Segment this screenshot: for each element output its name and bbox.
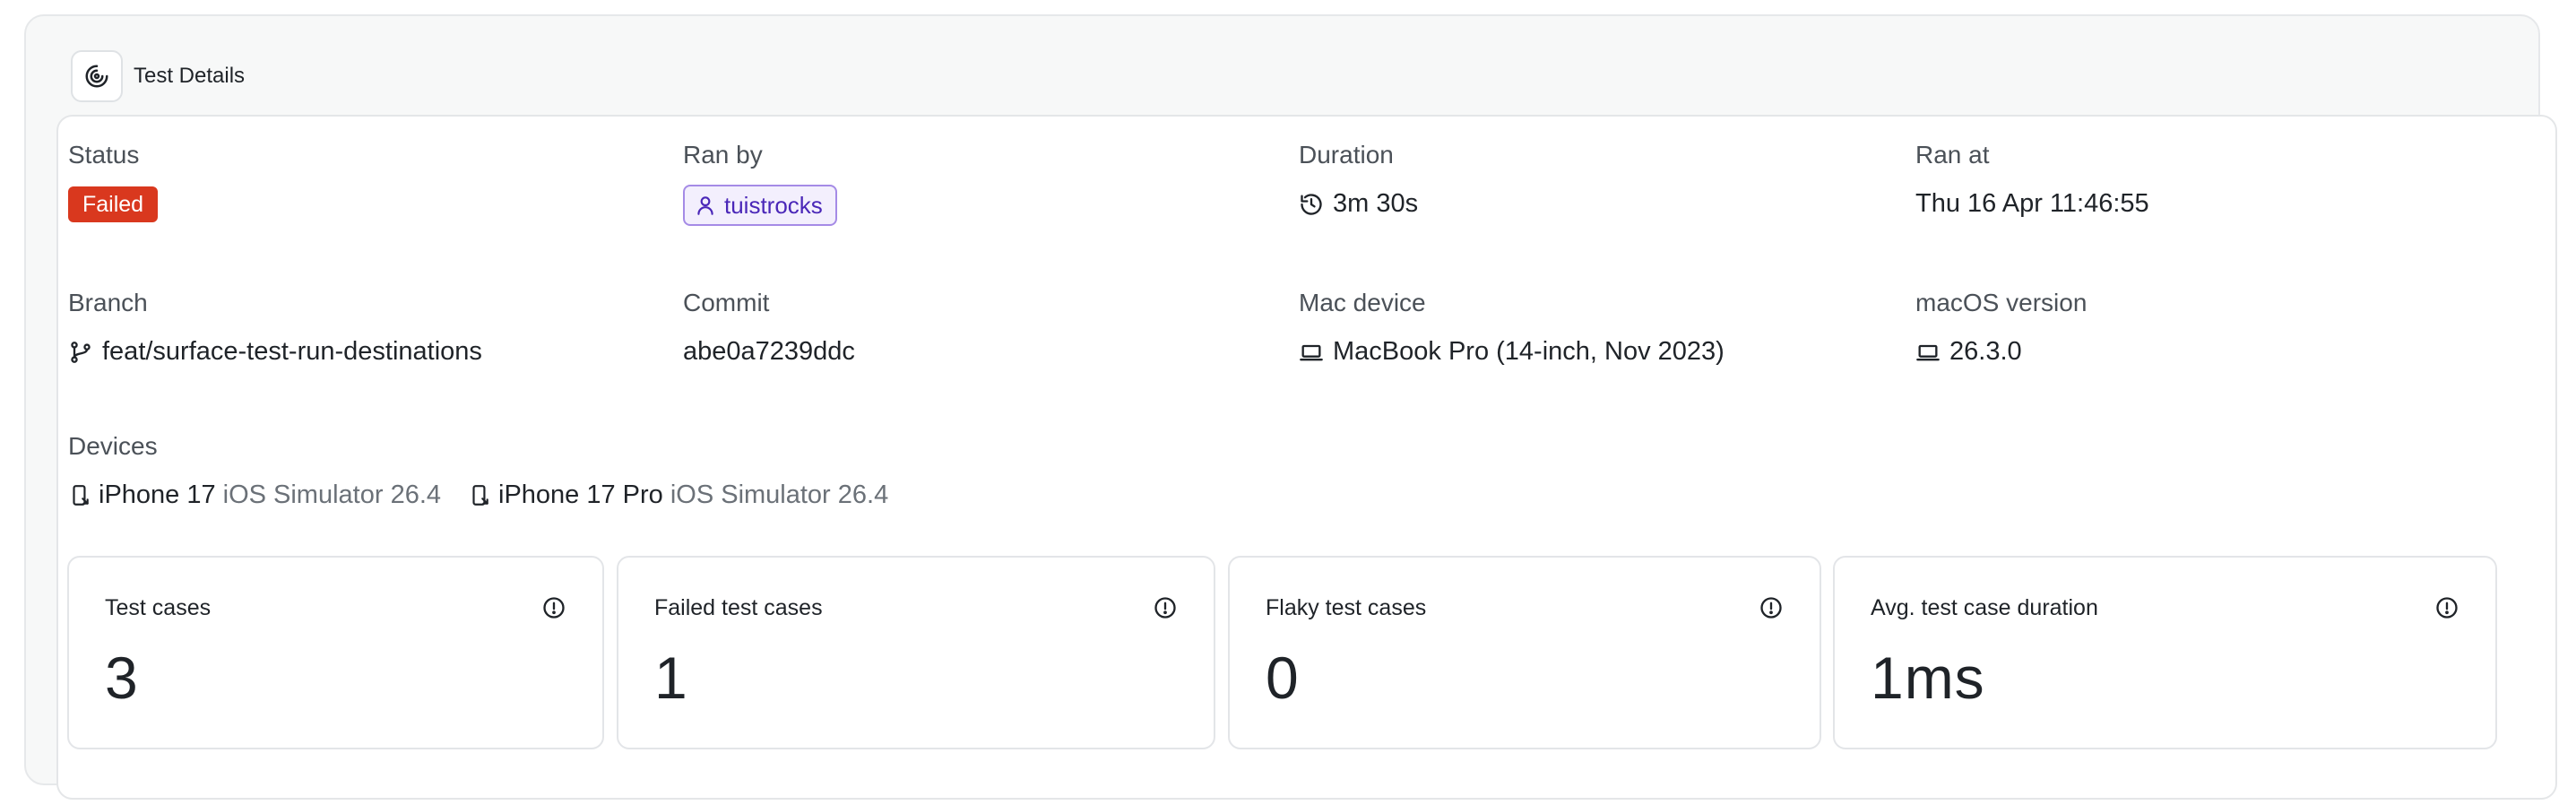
macos-version-label: macOS version [1915,289,2088,316]
panel-title: Test Details [134,64,246,88]
laptop-icon [1915,340,1941,365]
metric-value: 3 [105,645,139,711]
commit-value[interactable]: abe0a7239ddc [683,337,855,367]
devices-label: Devices [68,432,158,460]
devices-list: iPhone 17 iOS Simulator 26.4 iPhone 17 P… [68,480,888,510]
device-runtime: iOS Simulator 26.4 [222,480,442,509]
info-circle-icon[interactable] [1759,595,1784,620]
laptop-icon [1299,340,1324,365]
device-name: iPhone 17 Pro [498,480,663,509]
ran-by-badge[interactable]: tuistrocks [683,185,837,226]
metric-value: 0 [1266,645,1300,711]
metric-label: Test cases [105,595,212,620]
git-branch-icon [68,340,93,365]
status-badge: Failed [68,186,159,222]
info-circle-icon[interactable] [2434,595,2459,620]
user-icon [694,194,717,217]
metric-label: Failed test cases [654,595,823,620]
metric-card-test-cases: Test cases 3 [67,556,604,749]
status-label: Status [68,141,140,169]
macos-version-value: 26.3.0 [1949,337,2022,366]
mac-device-value: MacBook Pro (14-inch, Nov 2023) [1333,337,1725,366]
branch-label: Branch [68,289,148,316]
commit-label: Commit [683,289,770,316]
tuist-logo-icon [71,50,123,102]
device-mobile-icon [68,483,91,508]
device-name: iPhone 17 [99,480,216,509]
metric-label: Avg. test case duration [1871,595,2098,620]
info-circle-icon[interactable] [1153,595,1178,620]
device-item: iPhone 17 iOS Simulator 26.4 [68,480,441,510]
ran-by-label: Ran by [683,141,763,169]
metric-card-failed-test-cases: Failed test cases 1 [617,556,1215,749]
duration-label: Duration [1299,141,1394,169]
ran-at-value: Thu 16 Apr 11:46:55 [1915,189,2149,218]
ran-by-value: tuistrocks [724,191,823,219]
metric-value: 1 [654,645,688,711]
duration-value: 3m 30s [1333,189,1419,218]
branch-field[interactable]: feat/surface-test-run-destinations [68,337,482,367]
mac-device-field: MacBook Pro (14-inch, Nov 2023) [1299,337,1725,367]
device-mobile-icon [468,483,491,508]
ran-at-label: Ran at [1915,141,1990,169]
info-circle-icon[interactable] [541,595,566,620]
mac-device-label: Mac device [1299,289,1426,316]
device-item: iPhone 17 Pro iOS Simulator 26.4 [468,480,888,510]
duration-field: 3m 30s [1299,189,1418,219]
metric-card-flaky-test-cases: Flaky test cases 0 [1228,556,1821,749]
device-runtime: iOS Simulator 26.4 [670,480,889,509]
branch-value: feat/surface-test-run-destinations [102,337,482,366]
macos-version-field: 26.3.0 [1915,337,2022,367]
history-icon [1299,192,1324,217]
metric-label: Flaky test cases [1266,595,1427,620]
metric-card-avg-duration: Avg. test case duration 1ms [1833,556,2497,749]
metric-value: 1ms [1871,645,1985,711]
